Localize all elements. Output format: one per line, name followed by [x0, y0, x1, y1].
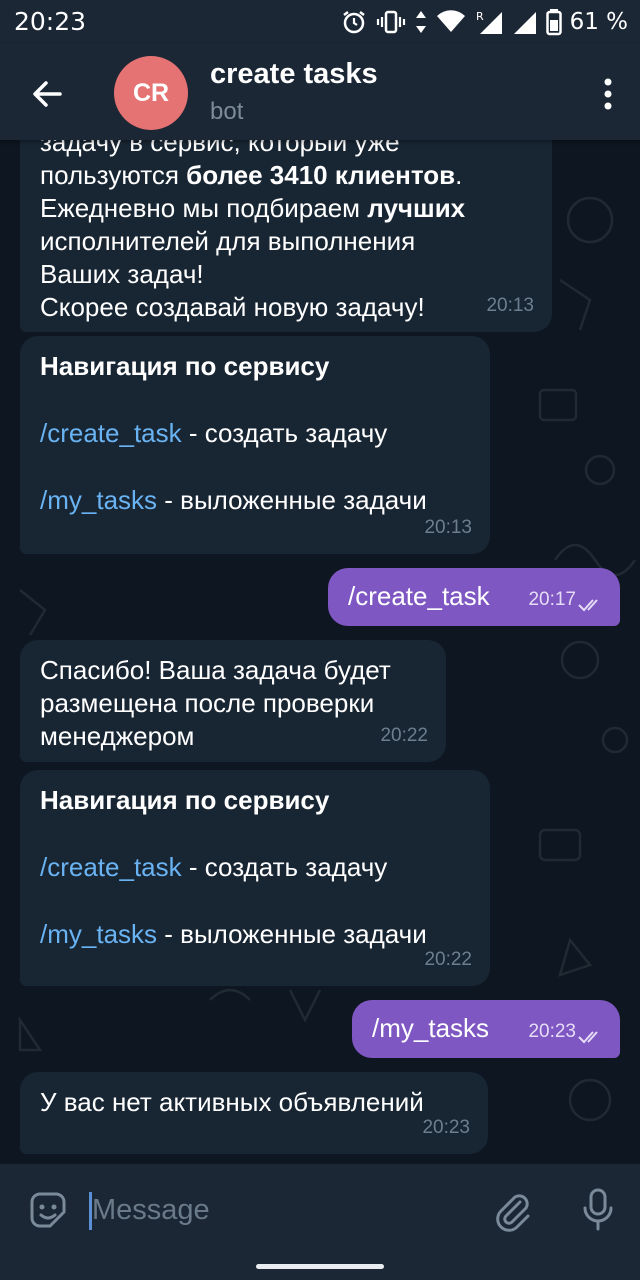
status-time: 20:23 — [14, 7, 87, 36]
message-time: 20:22 — [424, 949, 472, 970]
message-composer — [0, 1164, 640, 1256]
alarm-icon — [342, 11, 365, 34]
my-tasks-link[interactable]: /my_tasks — [40, 919, 157, 949]
message-bubble-navigation[interactable]: Навигация по сервису /create_task - созд… — [20, 336, 490, 554]
emoji-button[interactable] — [26, 1188, 70, 1232]
message-input[interactable] — [92, 1186, 462, 1234]
message-text: /my_tasks — [372, 1013, 490, 1043]
message-text: /create_task — [348, 581, 490, 611]
data-arrows-icon — [415, 11, 426, 33]
message-text: У вас нет активных объявлений — [40, 1087, 424, 1117]
command-line-my-tasks: /my_tasks - выложенные задачи — [40, 485, 427, 515]
message-bubble-no-ads[interactable]: У вас нет активных объявлений 20:23 — [20, 1072, 488, 1154]
message-bubble-outgoing[interactable]: /my_tasks 20:23 — [352, 1000, 620, 1058]
microphone-icon — [583, 1188, 613, 1231]
paperclip-icon — [496, 1194, 530, 1232]
message-bubble-thanks[interactable]: Спасибо! Ваша задача будет размещена пос… — [20, 640, 446, 762]
message-bubble-outgoing[interactable]: /create_task 20:17 — [328, 568, 620, 626]
message-time: 20:22 — [380, 725, 428, 746]
message-text: Спасибо! Ваша задача будет размещена пос… — [40, 655, 391, 751]
message-time: 20:17 — [528, 589, 576, 610]
sticker-smile-icon — [30, 1192, 66, 1228]
cell-signal-r-icon: R — [476, 10, 502, 34]
message-time: 20:13 — [486, 295, 534, 316]
back-button[interactable] — [24, 70, 72, 118]
my-tasks-link[interactable]: /my_tasks — [40, 485, 157, 515]
more-menu-button[interactable] — [602, 74, 614, 114]
chat-subtitle: bot — [210, 98, 244, 125]
message-time: 20:13 — [424, 517, 472, 538]
home-indicator[interactable] — [256, 1264, 384, 1269]
message-time: 20:23 — [528, 1021, 576, 1042]
message-text: задачу в сервис, который уже пользуются … — [40, 140, 466, 322]
double-check-icon — [578, 599, 598, 612]
cell-signal-icon — [513, 12, 536, 34]
chat-title[interactable]: create tasks — [210, 58, 378, 91]
system-nav-bar — [0, 1256, 640, 1280]
create-task-link[interactable]: /create_task — [40, 418, 182, 448]
double-check-icon — [578, 1031, 598, 1044]
chat-header: CR create tasks bot — [0, 44, 640, 140]
battery-icon — [545, 9, 562, 36]
wifi-icon — [436, 10, 465, 32]
avatar[interactable]: CR — [114, 56, 188, 130]
svg-text:R: R — [476, 10, 484, 23]
create-task-link[interactable]: /create_task — [40, 852, 182, 882]
navigation-title: Навигация по сервису — [40, 351, 330, 381]
navigation-title: Навигация по сервису — [40, 785, 330, 815]
kebab-menu-icon — [604, 78, 612, 110]
command-line-create-task: /create_task - создать задачу — [40, 418, 388, 448]
arrow-left-icon — [33, 81, 62, 107]
voice-record-button[interactable] — [578, 1186, 618, 1234]
message-bubble-intro[interactable]: задачу в сервис, который уже пользуются … — [20, 140, 552, 332]
status-bar: 20:23 R 61 % — [0, 0, 640, 44]
chat-history[interactable]: задачу в сервис, который уже пользуются … — [0, 140, 640, 1164]
status-icons: R 61 % — [340, 6, 628, 38]
command-line-my-tasks: /my_tasks - выложенные задачи — [40, 919, 427, 949]
vibrate-icon — [376, 10, 405, 34]
message-bubble-navigation[interactable]: Навигация по сервису /create_task - созд… — [20, 770, 490, 986]
attach-button[interactable] — [490, 1188, 534, 1232]
command-line-create-task: /create_task - создать задачу — [40, 852, 388, 882]
battery-percent: 61 % — [569, 9, 628, 35]
message-time: 20:23 — [422, 1117, 470, 1138]
